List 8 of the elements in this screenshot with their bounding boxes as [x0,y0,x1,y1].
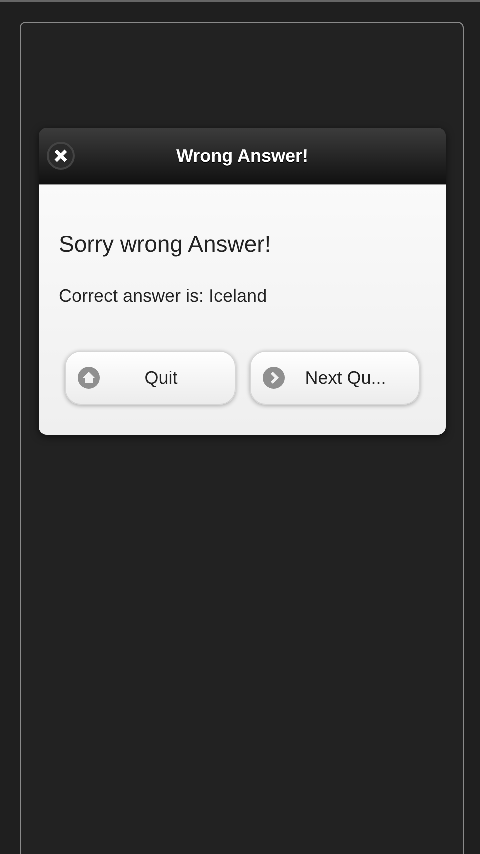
quit-button[interactable]: Quit [65,351,236,405]
dialog-heading: Sorry wrong Answer! [59,231,272,258]
close-icon[interactable] [47,142,75,170]
next-button[interactable]: Next Qu... [250,351,420,405]
dialog-message: Correct answer is: Iceland [59,286,268,307]
dialog-title: Wrong Answer! [175,146,310,166]
arrow-right-icon [262,367,284,389]
home-icon [78,367,100,389]
